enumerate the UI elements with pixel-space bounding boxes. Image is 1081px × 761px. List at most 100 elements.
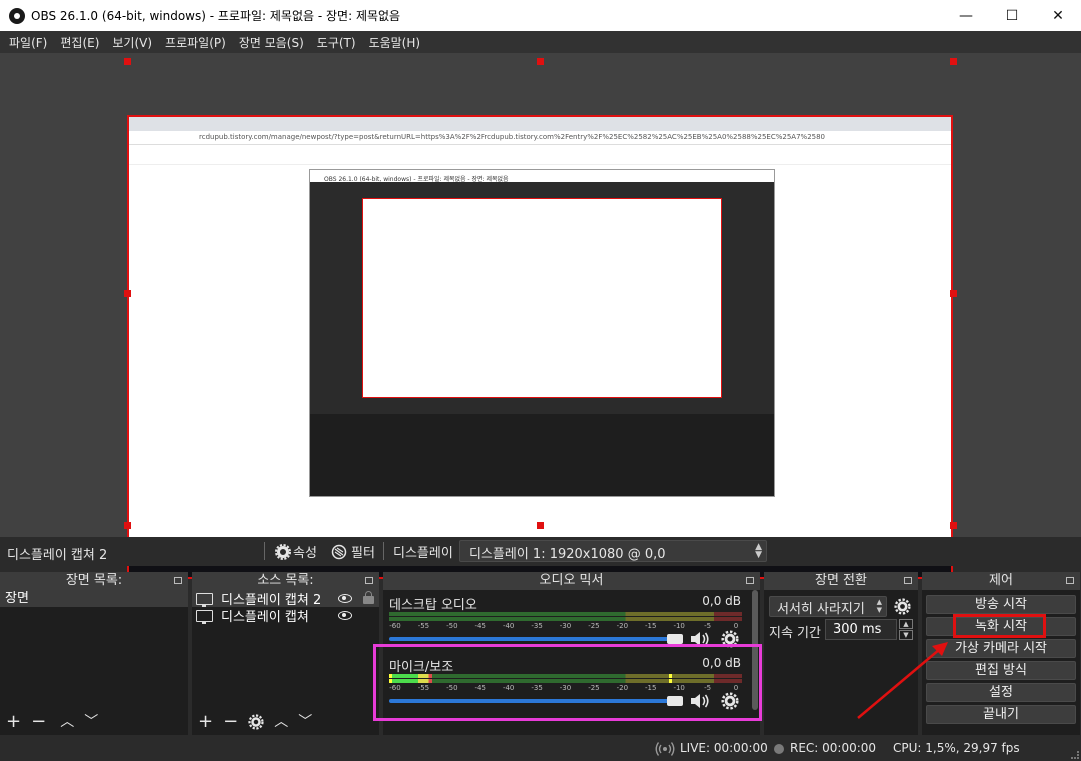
undock-icon[interactable]	[746, 577, 754, 584]
resize-grip-icon[interactable]	[1071, 751, 1079, 759]
menu-edit[interactable]: 편집(E)	[55, 34, 104, 51]
transition-select[interactable]: 서서히 사라지기 ▲ ▼	[769, 596, 887, 617]
captured-editor-toolbar	[129, 147, 951, 165]
menu-profile[interactable]: 프로파일(P)	[160, 34, 231, 51]
menu-view[interactable]: 보기(V)	[107, 34, 157, 51]
meter-tick-label: -5	[704, 622, 712, 630]
transitions-header: 장면 전환	[764, 572, 918, 590]
meter-tick-label: -50	[446, 622, 458, 630]
controls-header-label: 제어	[989, 573, 1013, 588]
meter-tick-label: 0	[733, 622, 739, 630]
resize-handle-bl[interactable]	[124, 522, 131, 529]
monitor-icon	[196, 609, 213, 624]
resize-handle-l[interactable]	[124, 290, 131, 297]
resize-handle-tl[interactable]	[124, 58, 131, 65]
captured-browser-tabs	[129, 117, 951, 131]
lock-icon[interactable]	[363, 591, 374, 604]
move-up-icon[interactable]: ︿	[274, 713, 288, 731]
obs-logo-icon	[9, 7, 25, 24]
scenes-header-label: 장면 목록:	[65, 573, 123, 588]
annotation-mic-highlight	[373, 644, 762, 721]
preview-canvas[interactable]: rcdupub.tistory.com/manage/newpost/?type…	[127, 115, 953, 579]
sources-dock: 소스 목록: 디스플레이 캡쳐 2 디스플레이 캡쳐 + − ︿ ﹀	[192, 572, 379, 735]
resize-handle-tr[interactable]	[950, 58, 957, 65]
transition-settings-gear-icon[interactable]	[894, 598, 911, 615]
display-select-value: 디스플레이 1: 1920x1080 @ 0,0	[469, 547, 666, 562]
menu-file[interactable]: 파일(F)	[4, 34, 52, 51]
rec-timer: REC: 00:00:00	[790, 741, 877, 755]
display-select[interactable]: 디스플레이 1: 1920x1080 @ 0,0 ▲ ▼	[459, 540, 767, 562]
nested-obs-panels	[310, 414, 774, 496]
annotation-arrow	[857, 642, 948, 719]
sources-header: 소스 목록:	[192, 572, 379, 590]
transition-select-value: 서서히 사라지기	[777, 602, 865, 617]
transitions-header-label: 장면 전환	[815, 573, 867, 588]
audio-meter	[389, 617, 742, 621]
move-up-icon[interactable]: ︿	[60, 713, 74, 731]
scenes-footer: + − ︿ ﹀	[0, 709, 188, 735]
volume-thumb[interactable]	[667, 634, 683, 644]
nested-obs-title: OBS 26.1.0 (64-bit, windows) - 프로파일: 제목없…	[310, 170, 774, 183]
meter-tick-label: -45	[474, 622, 486, 630]
undock-icon[interactable]	[174, 577, 182, 584]
start-streaming-button[interactable]: 방송 시작	[926, 595, 1076, 614]
spin-up-icon[interactable]: ▲	[899, 619, 913, 629]
channel-name: 데스크탑 오디오	[389, 598, 477, 613]
meter-tick-label: -60	[389, 622, 401, 630]
meter-tick-label: -55	[417, 622, 430, 630]
combo-arrows-icon: ▲ ▼	[755, 542, 762, 560]
resize-handle-t[interactable]	[537, 58, 544, 65]
remove-scene-button[interactable]: −	[31, 713, 46, 731]
filters-label: 필터	[351, 546, 375, 561]
volume-slider[interactable]	[389, 634, 683, 644]
nested-obs-preview	[362, 198, 722, 398]
filters-button[interactable]: 필터	[331, 542, 375, 561]
combo-arrows-icon: ▲ ▼	[876, 598, 882, 614]
minimize-button[interactable]: —	[943, 0, 989, 31]
add-source-button[interactable]: +	[198, 713, 213, 731]
remove-source-button[interactable]: −	[223, 713, 238, 731]
resize-handle-r[interactable]	[950, 290, 957, 297]
eye-icon[interactable]	[338, 611, 352, 620]
scene-item[interactable]: 장면	[0, 590, 188, 607]
meter-tick-label: -10	[673, 622, 685, 630]
meter-tick-label: -25	[588, 622, 600, 630]
move-down-icon[interactable]: ﹀	[84, 713, 98, 731]
source-item[interactable]: 디스플레이 캡쳐 2	[192, 590, 379, 608]
audio-meter	[389, 612, 742, 616]
captured-address-bar: rcdupub.tistory.com/manage/newpost/?type…	[129, 131, 951, 145]
annotation-record-highlight	[953, 614, 1046, 638]
source-settings-gear-icon[interactable]	[248, 714, 264, 730]
menu-scene-collection[interactable]: 장면 모음(S)	[234, 34, 309, 51]
selected-source-label: 디스플레이 캡쳐 2	[7, 548, 108, 563]
title-bar: OBS 26.1.0 (64-bit, windows) - 프로파일: 제목없…	[0, 0, 1081, 31]
toolbar-separator	[383, 542, 384, 560]
controls-header: 제어	[922, 572, 1080, 590]
move-down-icon[interactable]: ﹀	[298, 713, 312, 731]
meter-tick-label: -30	[559, 622, 572, 630]
channel-db: 0,0 dB	[702, 594, 741, 608]
preview-area[interactable]: rcdupub.tistory.com/manage/newpost/?type…	[0, 53, 1081, 579]
filter-icon	[331, 544, 347, 559]
add-scene-button[interactable]: +	[6, 713, 21, 731]
source-item[interactable]: 디스플레이 캡쳐	[192, 607, 379, 625]
status-bar: LIVE: 00:00:00 REC: 00:00:00 CPU: 1,5%, …	[0, 737, 1081, 761]
close-button[interactable]: ✕	[1035, 0, 1081, 31]
maximize-button[interactable]: ☐	[989, 0, 1035, 31]
captured-url: rcdupub.tistory.com/manage/newpost/?type…	[199, 133, 826, 141]
menu-help[interactable]: 도움말(H)	[364, 34, 426, 51]
menu-tools[interactable]: 도구(T)	[312, 34, 361, 51]
eye-icon[interactable]	[338, 594, 352, 603]
meter-tick-label: -20	[616, 622, 629, 630]
resize-handle-b[interactable]	[537, 522, 544, 529]
mixer-header: 오디오 믹서	[383, 572, 760, 590]
broadcast-icon	[655, 742, 675, 756]
gear-icon	[275, 543, 291, 560]
resize-handle-br[interactable]	[950, 522, 957, 529]
undock-icon[interactable]	[904, 577, 912, 584]
undock-icon[interactable]	[1066, 577, 1074, 584]
undock-icon[interactable]	[365, 577, 373, 584]
properties-button[interactable]: 속성	[275, 542, 317, 561]
live-timer: LIVE: 00:00:00	[680, 741, 768, 755]
nested-obs-title-text: OBS 26.1.0 (64-bit, windows) - 프로파일: 제목없…	[324, 176, 509, 183]
